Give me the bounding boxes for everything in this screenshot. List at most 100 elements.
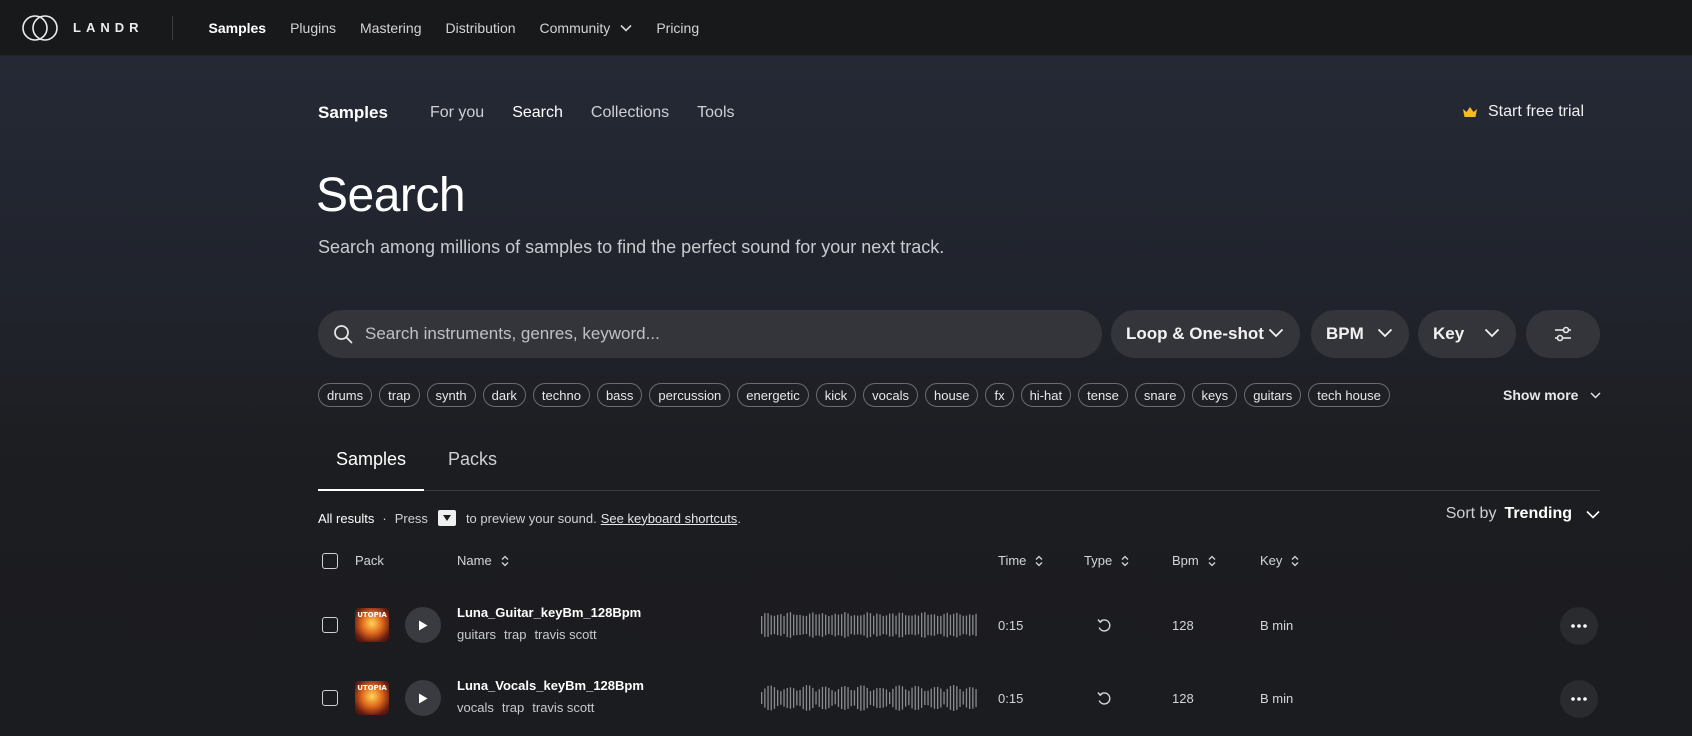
tag-chip[interactable]: kick	[815, 383, 857, 407]
tag-chip[interactable]: bass	[596, 383, 643, 407]
tag-chip[interactable]: tech house	[1308, 383, 1390, 407]
waveform-bar	[831, 690, 833, 706]
column-header-type[interactable]: Type	[1084, 553, 1130, 568]
waveform-bar	[905, 689, 907, 707]
sample-name[interactable]: Luna_Guitar_keyBm_128Bpm	[457, 605, 641, 620]
landr-logo[interactable]: LANDR	[21, 14, 144, 42]
table-row[interactable]: UTOPIA Luna_Vocals_keyBm_128Bpm vocals t…	[0, 663, 1692, 733]
sample-tag[interactable]: trap	[502, 700, 524, 715]
waveform-bar	[892, 613, 894, 637]
sample-tag[interactable]: travis scott	[534, 627, 596, 642]
press-label: Press	[394, 510, 428, 526]
waveform-bar	[764, 688, 766, 708]
play-icon	[419, 620, 428, 630]
more-options-button[interactable]	[1560, 607, 1598, 645]
search-input[interactable]	[365, 324, 1065, 344]
waveform[interactable]	[760, 683, 980, 713]
topnav-item-samples[interactable]: Samples	[209, 20, 267, 36]
subnav-item-tools[interactable]: Tools	[697, 104, 734, 122]
more-options-button[interactable]	[1560, 680, 1598, 718]
select-all-checkbox[interactable]	[322, 553, 338, 569]
tag-chip[interactable]: techno	[532, 383, 590, 407]
keyboard-shortcuts-link[interactable]: See keyboard shortcuts	[601, 511, 738, 526]
play-button[interactable]	[405, 607, 441, 643]
waveform-bar	[799, 614, 801, 635]
loop-icon	[1097, 619, 1111, 632]
sample-tag[interactable]: trap	[504, 627, 526, 642]
topnav-item-mastering[interactable]: Mastering	[360, 20, 421, 36]
tag-chip[interactable]: tense	[1078, 383, 1128, 407]
tag-chip[interactable]: synth	[426, 383, 476, 407]
row-checkbox[interactable]	[322, 617, 338, 633]
pack-header-label: Pack	[355, 553, 384, 568]
topnav-item-community-label: Community	[539, 19, 611, 36]
start-free-trial-button[interactable]: Start free trial	[1462, 103, 1584, 121]
sample-tag[interactable]: travis scott	[532, 700, 594, 715]
sample-tag[interactable]: vocals	[457, 700, 494, 715]
topnav-item-distribution[interactable]: Distribution	[445, 20, 515, 36]
waveform-bar	[975, 613, 977, 637]
waveform-bar	[946, 612, 948, 638]
sample-name[interactable]: Luna_Vocals_keyBm_128Bpm	[457, 678, 644, 693]
tag-chip[interactable]: drums	[318, 383, 373, 407]
column-header-key[interactable]: Key	[1260, 553, 1300, 568]
topnav-item-pricing[interactable]: Pricing	[656, 20, 699, 36]
tag-chip[interactable]: keys	[1192, 383, 1238, 407]
pack-cover-image[interactable]: UTOPIA	[355, 681, 389, 715]
subnav-brand[interactable]: Samples	[318, 103, 388, 123]
waveform-bar	[805, 685, 808, 711]
waveform-bar	[850, 690, 852, 707]
waveform[interactable]	[760, 610, 980, 640]
waveform-bar	[933, 687, 936, 709]
table-row[interactable]: UTOPIA Luna_Guitar_keyBm_128Bpm guitars …	[0, 590, 1692, 660]
pack-cover-image[interactable]: UTOPIA	[355, 608, 389, 642]
row-checkbox[interactable]	[322, 690, 338, 706]
bpm-filter[interactable]: BPM	[1311, 310, 1409, 358]
waveform-bar	[905, 615, 907, 635]
sample-tag[interactable]: guitars	[457, 627, 496, 642]
show-more-label: Show more	[1503, 387, 1579, 403]
waveform-bar	[777, 614, 779, 636]
waveform-bar	[927, 690, 929, 706]
sort-dropdown[interactable]: Sort by Trending	[1446, 505, 1600, 523]
column-header-bpm[interactable]: Bpm	[1172, 553, 1217, 568]
waveform-bar	[927, 614, 929, 636]
waveform-bar	[844, 686, 846, 710]
waveform-bar	[796, 690, 798, 706]
logo-text: LANDR	[73, 20, 144, 35]
tag-chip[interactable]: house	[925, 383, 979, 407]
topnav-item-community[interactable]: Community	[540, 20, 633, 36]
play-button[interactable]	[405, 680, 441, 716]
tag-chip[interactable]: energetic	[737, 383, 809, 407]
waveform-bar	[956, 612, 958, 638]
tag-chip[interactable]: trap	[379, 383, 420, 407]
waveform-bar	[940, 688, 942, 708]
tag-chip[interactable]: dark	[482, 383, 526, 407]
key-filter[interactable]: Key	[1418, 310, 1516, 358]
show-more-tags-button[interactable]: Show more	[1503, 387, 1601, 403]
waveform-bar	[812, 612, 814, 638]
select-all-checkbox-wrap	[322, 553, 338, 569]
topnav-item-plugins[interactable]: Plugins	[290, 20, 336, 36]
tab-samples[interactable]: Samples	[336, 449, 406, 470]
tag-chip[interactable]: vocals	[863, 383, 919, 407]
waveform-bar	[793, 614, 795, 636]
subnav-item-for-you[interactable]: For you	[430, 104, 484, 122]
waveform-bar	[780, 614, 782, 636]
loop-oneshot-filter[interactable]: Loop & One-shot	[1111, 310, 1300, 358]
waveform-bar	[965, 615, 968, 635]
tag-chip[interactable]: guitars	[1244, 383, 1302, 407]
waveform-bar	[847, 613, 849, 637]
tag-chip[interactable]: snare	[1134, 383, 1186, 407]
advanced-filters-button[interactable]	[1526, 310, 1600, 358]
tag-chip[interactable]: percussion	[649, 383, 731, 407]
tab-packs[interactable]: Packs	[448, 449, 497, 470]
tag-chip[interactable]: fx	[985, 383, 1014, 407]
tag-chip[interactable]: hi-hat	[1020, 383, 1072, 407]
waveform-bar	[783, 615, 785, 634]
column-header-name[interactable]: Name	[457, 553, 510, 568]
subnav-item-search[interactable]: Search	[512, 104, 563, 122]
column-header-time[interactable]: Time	[998, 553, 1044, 568]
waveform-bar	[969, 687, 971, 709]
subnav-item-collections[interactable]: Collections	[591, 104, 669, 122]
